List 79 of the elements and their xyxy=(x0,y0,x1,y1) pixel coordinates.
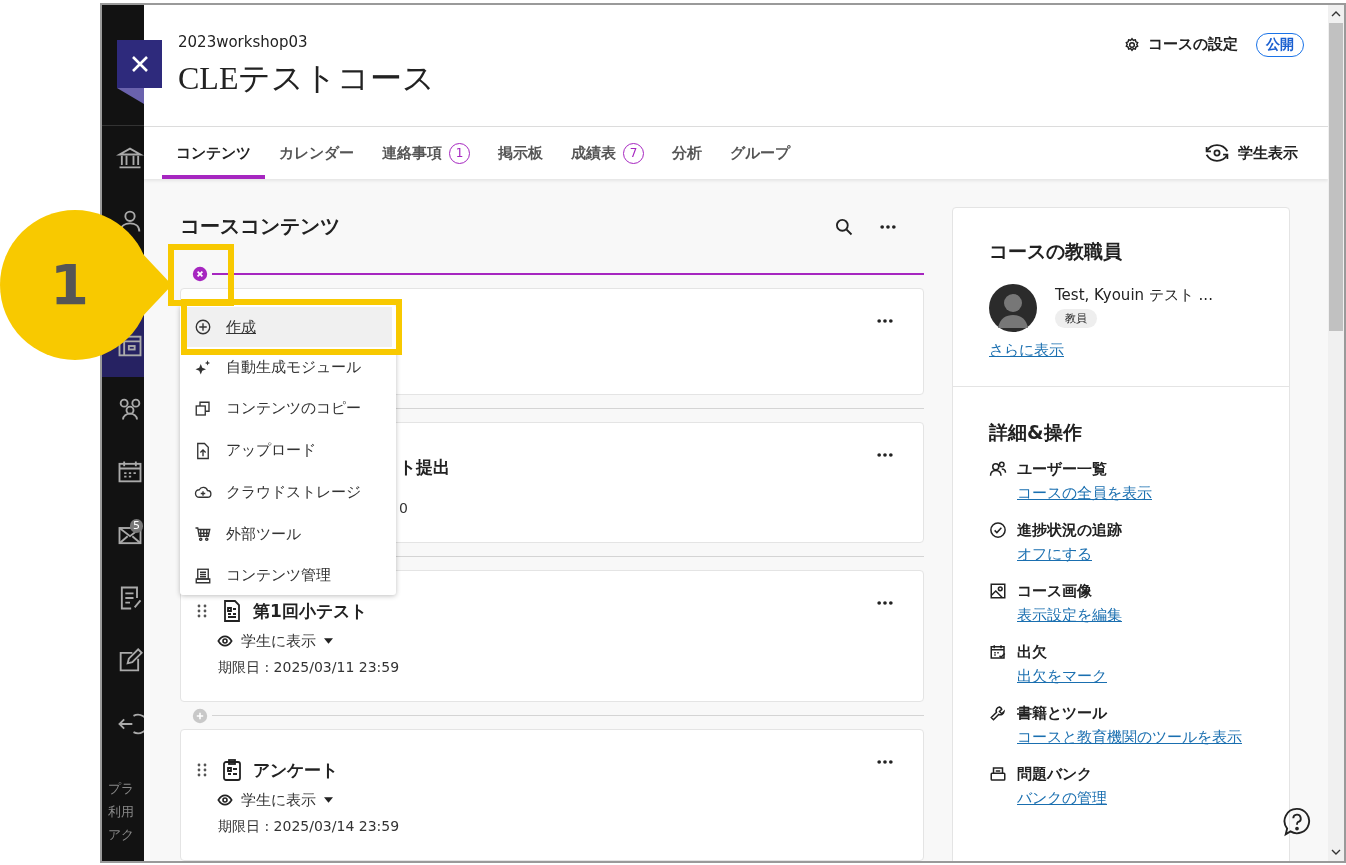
upload-icon xyxy=(194,441,212,460)
menu-item[interactable]: コンテンツのコピー xyxy=(184,395,392,422)
course-settings-button[interactable]: コースの設定 xyxy=(1124,31,1238,58)
scroll-down-icon[interactable] xyxy=(1331,849,1341,855)
item-title[interactable]: アンケート xyxy=(253,752,338,788)
menu-item[interactable]: 外部ツール xyxy=(184,521,392,548)
footer-link[interactable]: アク xyxy=(108,823,144,846)
ribbon-fold xyxy=(117,88,144,104)
tab[interactable]: コンテンツ xyxy=(162,127,265,179)
detail-label: 書籍とツール xyxy=(1017,703,1108,724)
search-icon[interactable] xyxy=(834,216,854,237)
detail-link[interactable]: 出欠をマーク xyxy=(1017,664,1107,688)
copy-icon xyxy=(194,399,212,418)
caret-icon xyxy=(324,638,333,645)
item-title[interactable]: 第1回小テスト xyxy=(253,593,367,630)
close-icon xyxy=(129,54,150,74)
sparkle-icon xyxy=(194,358,212,376)
wrench-icon xyxy=(989,704,1007,722)
sidebar-item[interactable]: 5 xyxy=(102,503,144,566)
count-badge: 5 xyxy=(130,519,143,533)
staff-name[interactable]: Test, Kyouin テスト ... xyxy=(1055,286,1213,305)
visibility-dropdown[interactable]: 学生に表示 xyxy=(197,629,400,654)
detail-link[interactable]: バンクの管理 xyxy=(1017,786,1107,810)
caret-icon xyxy=(324,797,333,803)
due-date: 0 xyxy=(399,499,408,519)
menu-item[interactable]: 作成 xyxy=(184,307,392,347)
scrollbar[interactable] xyxy=(1328,5,1344,861)
menu-item[interactable]: コンテンツ管理 xyxy=(184,563,392,589)
show-more-link[interactable]: さらに表示 xyxy=(989,338,1064,362)
eye-sync-icon xyxy=(1204,141,1230,165)
tab[interactable]: カレンダー xyxy=(265,127,368,179)
menu-item[interactable]: アップロード xyxy=(184,437,392,464)
avatar-icon xyxy=(989,284,1037,332)
tab[interactable]: 成績表 7 xyxy=(557,127,658,179)
visibility-dropdown[interactable]: 学生に表示 xyxy=(197,788,400,812)
help-icon[interactable] xyxy=(1282,807,1312,837)
footer-link[interactable]: 利用 xyxy=(108,800,144,823)
tab[interactable]: 分析 xyxy=(658,127,716,179)
student-view-button[interactable]: 学生表示 xyxy=(1198,127,1304,179)
eye-icon xyxy=(217,792,233,808)
users-icon xyxy=(989,460,1007,478)
close-add-icon[interactable] xyxy=(192,265,208,282)
tab[interactable]: グループ xyxy=(716,127,804,179)
due-date: 期限日 : 2025/03/14 23:59 xyxy=(217,817,400,836)
scroll-up-icon[interactable] xyxy=(1331,11,1341,17)
tray-icon xyxy=(989,765,1007,783)
detail-label: 問題バンク xyxy=(1017,764,1093,785)
detail-link[interactable]: コースと教育機関のツールを表示 xyxy=(1017,725,1242,749)
item-title[interactable]: ト提出 xyxy=(399,449,450,486)
course-title: CLEテストコース xyxy=(178,59,436,98)
image-icon xyxy=(989,582,1007,600)
tab[interactable]: 連絡事項 1 xyxy=(368,127,484,179)
check-circle-icon xyxy=(989,521,1007,539)
drag-handle-icon[interactable] xyxy=(197,603,207,620)
settings-icon xyxy=(1124,36,1140,53)
close-button[interactable] xyxy=(117,40,162,88)
detail-label: ユーザー一覧 xyxy=(1017,459,1108,480)
role-badge: 教員 xyxy=(1055,309,1097,328)
tab[interactable]: 掲示板 xyxy=(484,127,557,179)
due-date: 期限日 : 2025/03/11 23:59 xyxy=(217,658,400,678)
menu-item[interactable]: クラウドストレージ xyxy=(184,479,392,506)
menu-item[interactable]: 自動生成モジュール xyxy=(184,354,392,380)
printer-icon xyxy=(194,567,212,585)
footer-link[interactable]: プラ xyxy=(108,777,144,800)
detail-label: 進捗状況の追跡 xyxy=(1017,520,1122,541)
detail-link[interactable]: 表示設定を編集 xyxy=(1017,603,1122,627)
course-code: 2023workshop03 xyxy=(178,32,309,53)
detail-label: 出欠 xyxy=(1017,642,1048,663)
detail-link[interactable]: オフにする xyxy=(1017,542,1092,566)
callout-number: 1 xyxy=(50,251,89,319)
plus-circle-icon xyxy=(194,318,212,336)
detail-link[interactable]: コースの全員を表示 xyxy=(1017,481,1152,505)
detail-label: コース画像 xyxy=(1017,581,1093,602)
drag-handle-icon[interactable] xyxy=(197,762,207,778)
calendar-check-icon xyxy=(989,643,1007,661)
cart-icon xyxy=(194,525,212,544)
section-heading: コースコンテンツ xyxy=(180,213,340,241)
panel-heading: コースの教職員 xyxy=(989,239,1123,264)
panel-heading: 詳細&操作 xyxy=(989,420,1083,445)
